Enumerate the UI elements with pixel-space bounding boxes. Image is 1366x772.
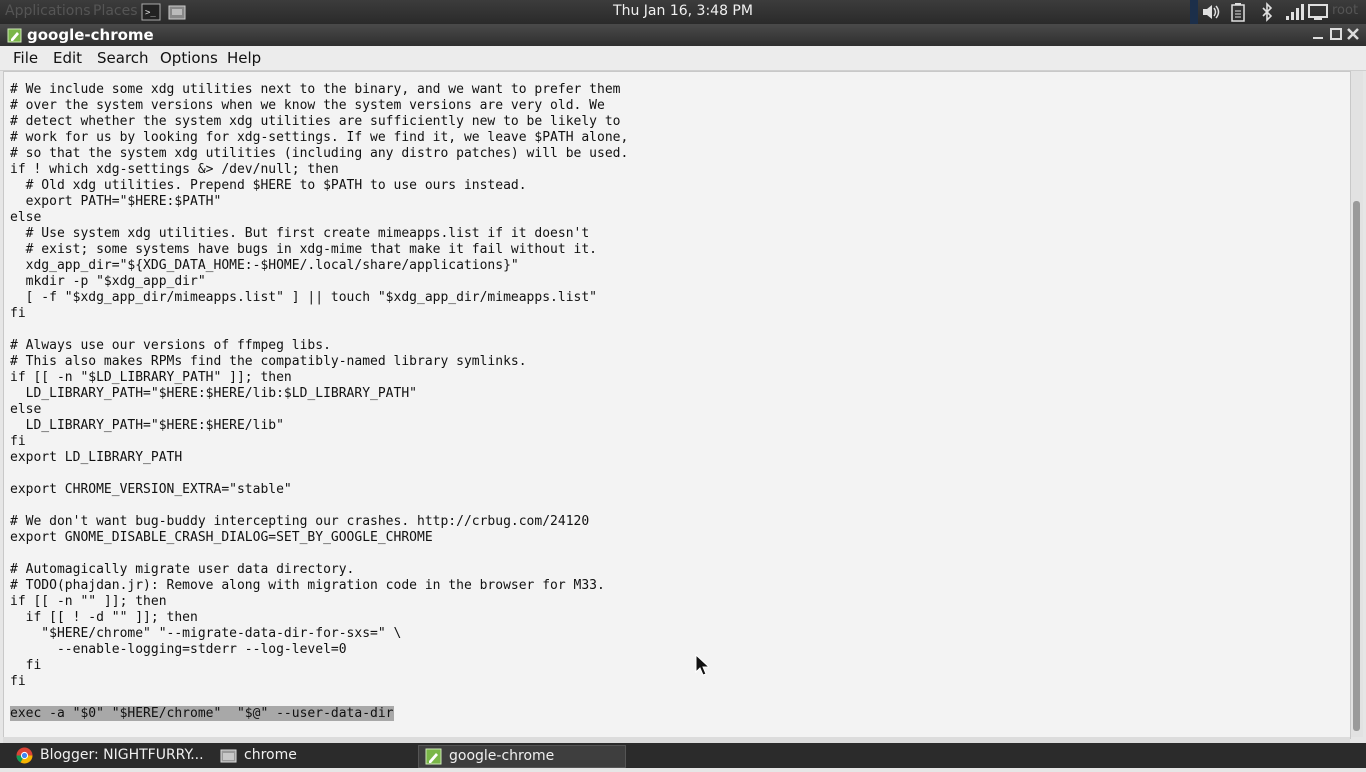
code-line[interactable]: # This also makes RPMs find the compatib… xyxy=(10,354,628,370)
code-line[interactable]: fi xyxy=(10,306,628,322)
code-line[interactable]: if [[ -n "$LD_LIBRARY_PATH" ]]; then xyxy=(10,370,628,386)
code-line[interactable] xyxy=(10,690,628,706)
menu-edit[interactable]: Edit xyxy=(53,49,82,67)
window-titlebar[interactable]: google-chrome xyxy=(0,24,1366,46)
task-label: google-chrome xyxy=(449,748,555,764)
task-label: chrome xyxy=(244,747,297,763)
code-line[interactable]: # Automagically migrate user data direct… xyxy=(10,562,628,578)
clock[interactable]: Thu Jan 16, 3:48 PM xyxy=(0,3,1366,19)
code-line[interactable]: LD_LIBRARY_PATH="$HERE:$HERE/lib" xyxy=(10,418,628,434)
code-line[interactable]: fi xyxy=(10,674,628,690)
taskbar: Blogger: NIGHTFURRY... chrome google-chr… xyxy=(0,743,1366,768)
text-editor-icon xyxy=(425,748,442,765)
code-line[interactable]: else xyxy=(10,210,628,226)
code-line[interactable]: if ! which xdg-settings &> /dev/null; th… xyxy=(10,162,628,178)
text-editor-icon xyxy=(7,28,22,43)
window-title: google-chrome xyxy=(27,26,154,44)
code-line[interactable]: export CHROME_VERSION_EXTRA="stable" xyxy=(10,482,628,498)
code-line[interactable]: # work for us by looking for xdg-setting… xyxy=(10,130,628,146)
code-text[interactable]: # We include some xdg utilities next to … xyxy=(10,82,628,722)
close-button[interactable] xyxy=(1345,26,1361,42)
code-line[interactable]: --enable-logging=stderr --log-level=0 xyxy=(10,642,628,658)
volume-icon[interactable] xyxy=(1200,2,1222,22)
code-line[interactable]: [ -f "$xdg_app_dir/mimeapps.list" ] || t… xyxy=(10,290,628,306)
top-panel: Applications Places >_ Thu Jan 16, 3:48 … xyxy=(0,0,1366,24)
mouse-cursor-icon xyxy=(695,653,711,680)
user-label[interactable]: root xyxy=(1332,3,1358,18)
code-line-selected[interactable]: exec -a "$0" "$HERE/chrome" "$@" --user-… xyxy=(10,706,628,722)
menu-search[interactable]: Search xyxy=(97,49,149,67)
menu-help[interactable]: Help xyxy=(227,49,261,67)
code-line[interactable]: else xyxy=(10,402,628,418)
maximize-button[interactable] xyxy=(1328,26,1344,42)
code-line[interactable]: fi xyxy=(10,434,628,450)
task-label: Blogger: NIGHTFURRY... xyxy=(40,747,204,763)
code-line[interactable]: mkdir -p "$xdg_app_dir" xyxy=(10,274,628,290)
vertical-scrollbar[interactable] xyxy=(1350,71,1363,737)
code-line[interactable]: fi xyxy=(10,658,628,674)
code-line[interactable]: xdg_app_dir="${XDG_DATA_HOME:-$HOME/.loc… xyxy=(10,258,628,274)
folder-icon xyxy=(220,747,237,764)
code-line[interactable]: # TODO(phajdan.jr): Remove along with mi… xyxy=(10,578,628,594)
code-line[interactable]: # Use system xdg utilities. But first cr… xyxy=(10,226,628,242)
task-chrome-folder[interactable]: chrome xyxy=(214,745,409,766)
battery-icon[interactable] xyxy=(1228,2,1250,22)
code-line[interactable]: export GNOME_DISABLE_CRASH_DIALOG=SET_BY… xyxy=(10,530,628,546)
code-line[interactable] xyxy=(10,498,628,514)
code-line[interactable]: LD_LIBRARY_PATH="$HERE:$HERE/lib:$LD_LIB… xyxy=(10,386,628,402)
menubar: File Edit Search Options Help xyxy=(0,46,1366,71)
bluetooth-icon[interactable] xyxy=(1256,2,1278,22)
text-editor-area[interactable]: # We include some xdg utilities next to … xyxy=(3,71,1351,739)
selected-text[interactable]: exec -a "$0" "$HERE/chrome" "$@" --user-… xyxy=(10,706,394,721)
code-line[interactable]: # over the system versions when we know … xyxy=(10,98,628,114)
network-signal-icon[interactable] xyxy=(1283,2,1305,22)
code-line[interactable]: # We include some xdg utilities next to … xyxy=(10,82,628,98)
code-line[interactable]: # We don't want bug-buddy intercepting o… xyxy=(10,514,628,530)
minimize-button[interactable] xyxy=(1310,26,1326,42)
code-line[interactable]: # exist; some systems have bugs in xdg-m… xyxy=(10,242,628,258)
code-line[interactable] xyxy=(10,546,628,562)
menu-file[interactable]: File xyxy=(13,49,38,67)
code-line[interactable]: if [[ ! -d "" ]]; then xyxy=(10,610,628,626)
code-line[interactable]: # Old xdg utilities. Prepend $HERE to $P… xyxy=(10,178,628,194)
code-line[interactable]: "$HERE/chrome" "--migrate-data-dir-for-s… xyxy=(10,626,628,642)
code-line[interactable]: # detect whether the system xdg utilitie… xyxy=(10,114,628,130)
tray-separator xyxy=(1190,0,1198,24)
menu-options[interactable]: Options xyxy=(160,49,218,67)
display-icon[interactable] xyxy=(1307,2,1329,22)
task-google-chrome-editor[interactable]: google-chrome xyxy=(418,745,626,768)
code-line[interactable]: # Always use our versions of ffmpeg libs… xyxy=(10,338,628,354)
code-line[interactable]: # so that the system xdg utilities (incl… xyxy=(10,146,628,162)
task-blogger[interactable]: Blogger: NIGHTFURRY... xyxy=(10,745,210,766)
chrome-icon xyxy=(16,747,33,764)
code-line[interactable] xyxy=(10,466,628,482)
code-line[interactable]: if [[ -n "" ]]; then xyxy=(10,594,628,610)
scrollbar-thumb[interactable] xyxy=(1353,201,1360,731)
code-line[interactable]: export PATH="$HERE:$PATH" xyxy=(10,194,628,210)
code-line[interactable] xyxy=(10,322,628,338)
code-line[interactable]: export LD_LIBRARY_PATH xyxy=(10,450,628,466)
